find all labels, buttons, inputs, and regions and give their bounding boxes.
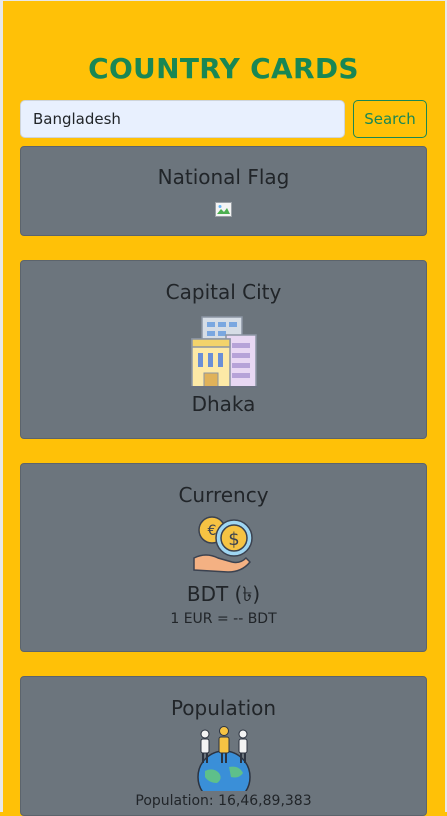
- flag-card: National Flag: [20, 146, 427, 236]
- page-title: COUNTRY CARDS: [88, 52, 359, 85]
- capital-card: Capital City Dhaka: [20, 260, 427, 439]
- search-input-value: Bangladesh: [33, 110, 121, 128]
- broken-image-icon: [214, 202, 233, 223]
- coins-hand-icon: € $: [192, 514, 256, 579]
- search-button[interactable]: Search: [353, 100, 427, 138]
- people-globe-icon: [193, 725, 255, 804]
- capital-city-name: Dhaka: [191, 392, 256, 416]
- window-left-border: [0, 0, 3, 812]
- exchange-rate: 1 EUR = -- BDT: [170, 611, 277, 627]
- population-value: Population: 16,46,89,383: [135, 793, 312, 809]
- population-card: Population Population: 16,46,89,383: [20, 676, 427, 816]
- currency-code: BDT (৳): [186, 582, 261, 606]
- country-search-input[interactable]: Bangladesh: [20, 100, 345, 138]
- capital-card-title: Capital City: [165, 280, 282, 304]
- window-top-border: [0, 0, 447, 1]
- buildings-icon: [189, 315, 258, 394]
- population-card-title: Population: [170, 696, 277, 720]
- currency-card: Currency € $ BDT (৳) 1 EUR = -- BDT: [20, 463, 427, 652]
- currency-card-title: Currency: [178, 483, 269, 507]
- flag-card-title: National Flag: [157, 165, 290, 189]
- svg-text:$: $: [228, 529, 239, 550]
- svg-text:€: €: [207, 523, 216, 539]
